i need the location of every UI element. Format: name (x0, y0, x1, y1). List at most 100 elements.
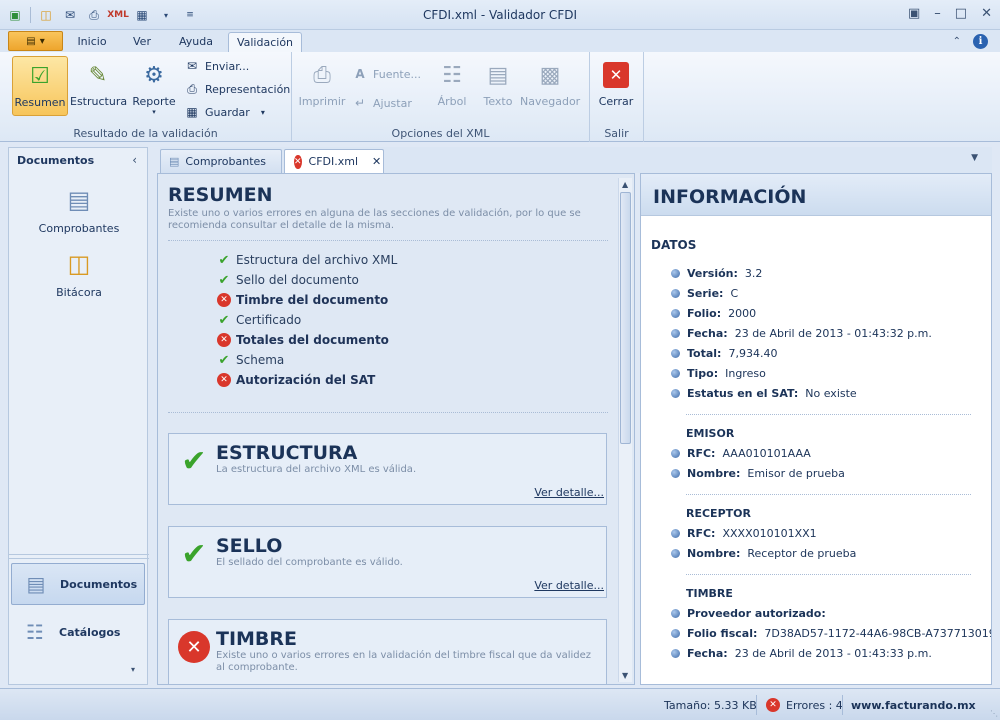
bullet-icon (671, 648, 680, 658)
bullet-icon (671, 368, 680, 378)
reporte-label: Reporte (132, 95, 176, 108)
collapse-ribbon-icon[interactable]: ⌃ (953, 36, 961, 47)
tab-inicio[interactable]: Inicio (70, 32, 114, 52)
section-title: SELLO (216, 535, 283, 557)
minimize-icon[interactable]: – (934, 6, 941, 21)
ajustar-button[interactable]: ↵ Ajustar (352, 93, 412, 113)
enviar-label: Enviar... (205, 59, 250, 73)
info-row: RFC: AAA010101AAA (671, 443, 811, 463)
info-value: 7D38AD57-1172-44A6-98CB-A73771301955 (764, 626, 992, 640)
maximize-icon[interactable]: □ (955, 6, 967, 21)
info-label: Fecha: (687, 326, 728, 340)
scroll-up-icon[interactable]: ▲ (622, 180, 628, 189)
sidebar-item-label: Comprobantes (38, 222, 120, 235)
nav-catalogos[interactable]: ☷ Catálogos (11, 611, 145, 653)
fuente-button[interactable]: A Fuente... (352, 64, 421, 84)
bullet-icon (671, 628, 680, 638)
scroll-down-icon[interactable]: ▼ (622, 671, 628, 680)
collapse-sidebar-icon[interactable]: ‹ (132, 153, 137, 167)
bullet-icon (671, 348, 680, 358)
tab-cfdi-label: CFDI.xml (308, 155, 359, 168)
receptor-heading: RECEPTOR (686, 507, 751, 520)
status-errors: ✕ Errores : 4 (756, 695, 851, 715)
tab-list-icon[interactable]: ▼ (971, 153, 978, 163)
close-icon[interactable]: ✕ (981, 6, 992, 21)
documents-icon: ▤ (26, 572, 46, 596)
texto-button[interactable]: ▤ Texto (472, 56, 524, 116)
imprimir-button[interactable]: ⎙ Imprimir (294, 56, 350, 116)
info-label: Serie: (687, 286, 724, 300)
info-value: 23 de Abril de 2013 - 01:43:32 p.m. (734, 326, 932, 340)
info-panel: INFORMACIÓN DATOS Versión: 3.2 Serie: C Fo… (640, 173, 992, 685)
cerrar-button[interactable]: ✕ Cerrar (588, 56, 644, 116)
error-icon: ✕ (217, 293, 231, 307)
info-value: 7,934.40 (728, 346, 778, 360)
chevron-down-icon[interactable]: ▾ (131, 665, 135, 674)
info-row: Tipo: Ingreso (671, 363, 766, 383)
reporte-button[interactable]: ⚙ Reporte ▾ (126, 56, 182, 117)
document-icon: ▤ (67, 186, 91, 214)
section-description: Existe uno o varios errores en la valida… (216, 650, 592, 673)
estructura-button[interactable]: ✎ Estructura (70, 56, 127, 116)
print-icon: ⎙ (187, 81, 197, 96)
info-row: Folio: 2000 (671, 303, 756, 323)
info-row: Nombre: Emisor de prueba (671, 463, 845, 483)
info-row: RFC: XXXX010101XX1 (671, 523, 817, 543)
navegador-button[interactable]: ▩ Navegador (520, 56, 580, 116)
info-label: Folio: (687, 306, 722, 320)
vertical-scrollbar[interactable]: ▲ ▼ (618, 178, 632, 682)
info-label: Nombre: (687, 546, 741, 560)
error-icon: ✕ (294, 154, 302, 169)
group-opciones-label: Opciones del XML (391, 127, 490, 140)
status-size: Tamaño: 5.33 KB (664, 698, 757, 712)
sidebar-divider[interactable] (9, 554, 149, 559)
representacion-button[interactable]: ⎙ Representación (184, 79, 290, 99)
info-row: Folio fiscal: 7D38AD57-1172-44A6-98CB-A73… (671, 623, 992, 643)
resumen-label: Resumen (14, 96, 66, 109)
bullet-icon (671, 288, 680, 298)
tab-ayuda[interactable]: Ayuda (170, 32, 222, 52)
info-label: Versión: (687, 266, 738, 280)
app-menu-button[interactable]: ▤ ▾ (8, 31, 63, 51)
sidebar-title: Documentos (17, 154, 95, 167)
validation-item-label: Timbre del documento (236, 293, 389, 307)
ver-detalle-link[interactable]: Ver detalle... (534, 486, 604, 499)
tab-validacion[interactable]: Validación (228, 32, 302, 52)
resumen-button[interactable]: ☑ Resumen (12, 56, 68, 116)
enviar-button[interactable]: ✉ Enviar... (184, 56, 249, 76)
sidebar-item-comprobantes[interactable]: ▤ Comprobantes (9, 184, 149, 235)
status-site[interactable]: www.facturando.mx (842, 695, 984, 715)
info-label: Nombre: (687, 466, 741, 480)
summary-check-icon: ☑ (30, 63, 50, 89)
tab-comprobantes[interactable]: ▤ Comprobantes (160, 149, 282, 173)
printer-icon: ⎙ (313, 62, 331, 88)
info-value: 23 de Abril de 2013 - 01:43:33 p.m. (734, 646, 932, 660)
close-tab-icon[interactable]: ✕ (372, 155, 381, 168)
info-value: No existe (805, 386, 857, 400)
nav-documentos[interactable]: ▤ Documentos (11, 563, 145, 605)
tab-cfdi[interactable]: ✕ CFDI.xml ✕ (284, 149, 384, 173)
info-value: AAA010101AAA (722, 446, 811, 460)
cerrar-label: Cerrar (598, 95, 634, 108)
help-area: ⌃ i (953, 34, 988, 49)
restore-icon[interactable]: ▣ (908, 6, 920, 21)
bullet-icon (671, 328, 680, 338)
info-label: RFC: (687, 526, 716, 540)
info-icon[interactable]: i (973, 34, 988, 49)
resize-grip-icon[interactable]: ⋱ (990, 709, 998, 718)
info-row: Fecha: 23 de Abril de 2013 - 01:43:32 p.m… (671, 323, 932, 343)
guardar-button[interactable]: ▦ Guardar ▾ (184, 102, 265, 122)
ver-detalle-link[interactable]: Ver detalle... (534, 579, 604, 592)
mail-icon: ✉ (186, 59, 198, 73)
timbre-heading: TIMBRE (686, 587, 733, 600)
sidebar-item-bitacora[interactable]: ◫ Bitácora (9, 248, 149, 299)
emisor-heading: EMISOR (686, 427, 735, 440)
divider (686, 574, 971, 575)
validation-item: ✔ Certificado (216, 310, 397, 330)
arbol-button[interactable]: ☷ Árbol (426, 56, 478, 116)
datos-heading: DATOS (651, 238, 697, 252)
tab-ver[interactable]: Ver (122, 32, 162, 52)
validation-item-label: Sello del documento (236, 273, 359, 287)
scrollbar-thumb[interactable] (620, 192, 631, 444)
section-timbre: ✕ TIMBRE Existe uno o varios errores en … (168, 619, 607, 684)
